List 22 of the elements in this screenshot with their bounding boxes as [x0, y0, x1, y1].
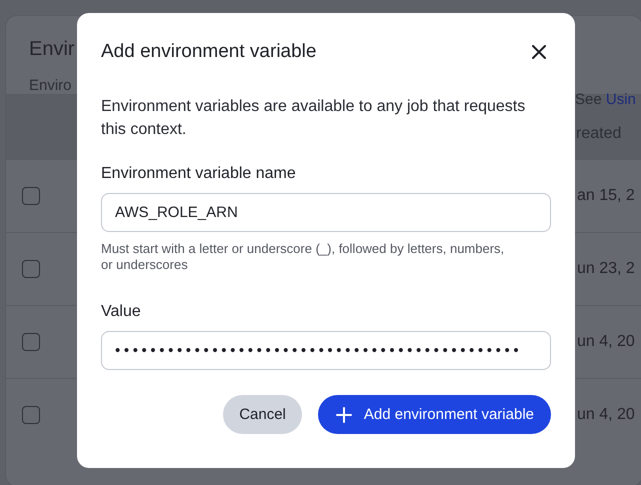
field-hint: Must start with a letter or underscore (_), followed by letters, numbers, or underscores: [101, 241, 506, 273]
created-date: un 4, 20: [577, 333, 635, 351]
dialog-description: Environment variables are available to any job that requests this context.: [101, 97, 526, 140]
field-label: Environment variable name: [101, 165, 297, 183]
row-checkbox[interactable]: [22, 260, 40, 278]
created-date: un 23, 2: [577, 260, 635, 278]
created-date: un 4, 20: [577, 406, 635, 424]
row-checkbox[interactable]: [22, 333, 40, 351]
dialog-title: Add environment variable: [101, 41, 316, 63]
page-title: Envir: [29, 38, 75, 61]
created-date: an 15, 2: [577, 187, 635, 205]
row-checkbox[interactable]: [22, 187, 40, 205]
page-subtitle: Enviro: [29, 77, 72, 94]
row-checkbox[interactable]: [22, 406, 40, 424]
plus-icon: [336, 406, 352, 422]
close-icon[interactable]: [532, 45, 546, 59]
input-field[interactable]: AWS_ROLE_ARN: [101, 193, 551, 232]
field-label: Value: [101, 303, 142, 321]
add-button[interactable]: Add environment variable: [318, 395, 551, 434]
see-text: See Usin: [575, 91, 636, 108]
cancel-button[interactable]: Cancel: [223, 395, 302, 434]
input-field[interactable]: ••••••••••••••••••••••••••••••••••••••••••••••: [101, 331, 551, 370]
